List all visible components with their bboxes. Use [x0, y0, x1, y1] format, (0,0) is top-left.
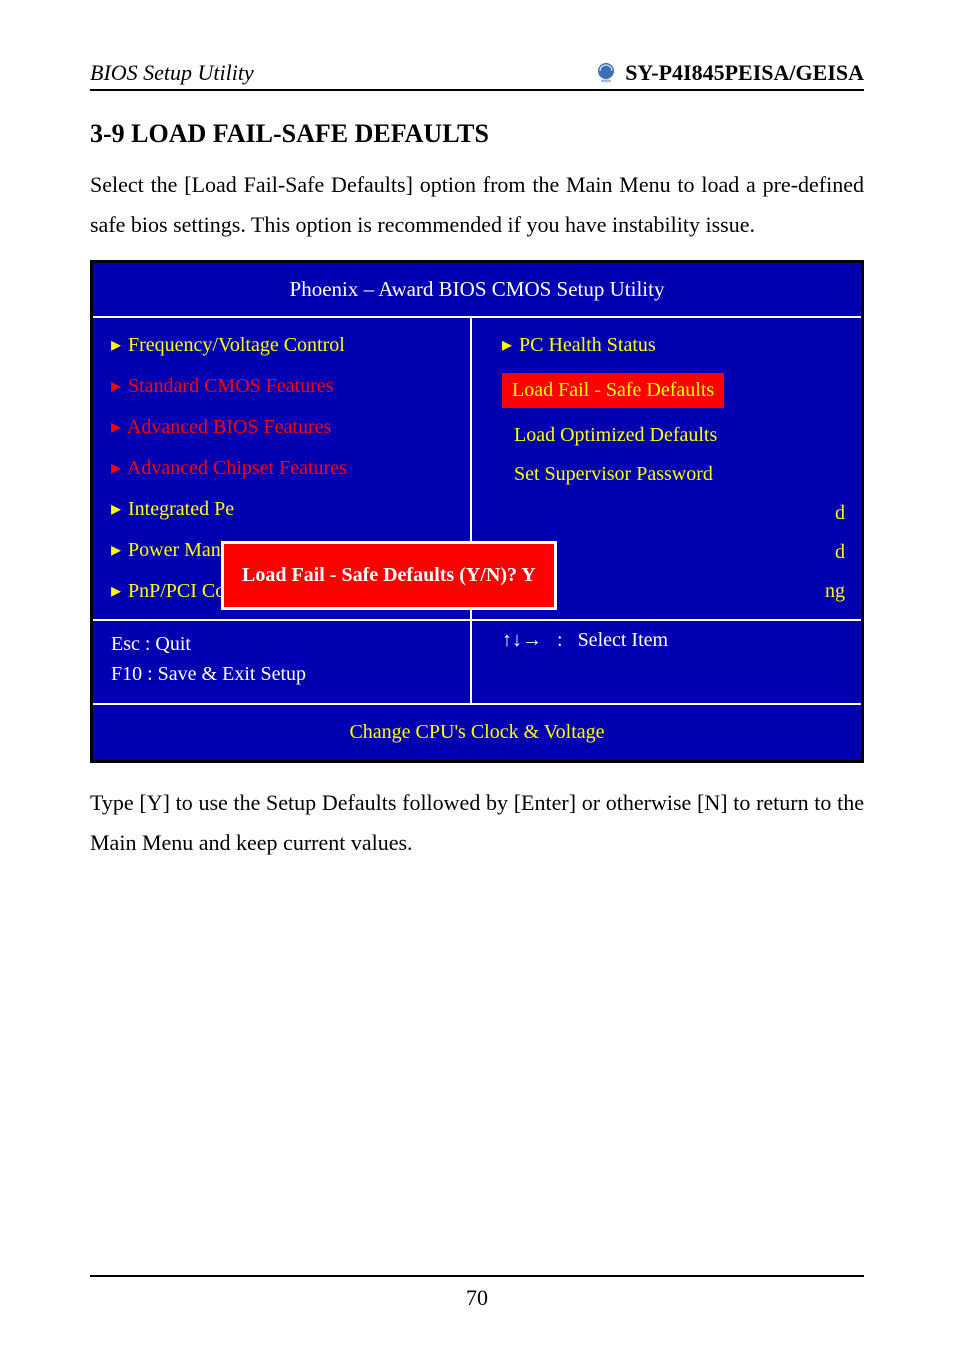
- bios-status-bar: Esc : Quit F10 : Save & Exit Setup ↑↓→ :…: [93, 621, 861, 703]
- arrow-keys-icon: ↑↓→: [502, 629, 542, 651]
- bios-menu-item[interactable]: ▸ Advanced Chipset Features: [93, 447, 470, 488]
- bios-keyhints-right: ↑↓→ : Select Item: [471, 621, 861, 703]
- triangle-right-icon: ▸: [111, 455, 123, 480]
- soyo-logo-icon: soyo: [593, 62, 619, 84]
- triangle-right-icon: ▸: [111, 373, 123, 398]
- bios-menu-item[interactable]: Set Supervisor Password: [484, 455, 861, 494]
- triangle-right-icon: ▸: [111, 332, 123, 357]
- bios-menu-item[interactable]: ▸ Advanced BIOS Features: [93, 406, 470, 447]
- outro-paragraph: Type [Y] to use the Setup Defaults follo…: [90, 783, 864, 862]
- confirm-dialog[interactable]: Load Fail - Safe Defaults (Y/N)? Y: [221, 541, 557, 610]
- bios-window-title: Phoenix – Award BIOS CMOS Setup Utility: [93, 263, 861, 316]
- triangle-right-icon: ▸: [111, 537, 123, 562]
- triangle-right-icon: ▸: [111, 578, 123, 603]
- bios-keyhints-left: Esc : Quit F10 : Save & Exit Setup: [93, 621, 471, 703]
- intro-paragraph: Select the [Load Fail-Safe Defaults] opt…: [90, 165, 864, 244]
- bios-setup-screenshot: Phoenix – Award BIOS CMOS Setup Utility …: [90, 260, 864, 763]
- svg-text:soyo: soyo: [601, 79, 611, 84]
- bios-menu-grid: ▸ Frequency/Voltage Control ▸ Standard C…: [93, 316, 861, 621]
- page-footer: 70: [0, 1275, 954, 1311]
- bios-menu-item[interactable]: ▸ Standard CMOS Features: [93, 365, 470, 406]
- bios-menu-item[interactable]: ▸ PC Health Status: [484, 324, 861, 365]
- page-header: BIOS Setup Utility soyo SY-P4I845PEISA/G…: [90, 60, 864, 91]
- section-title: 3-9 LOAD FAIL-SAFE DEFAULTS: [90, 119, 864, 149]
- bios-menu-item-selected[interactable]: Load Fail - Safe Defaults: [484, 365, 861, 416]
- triangle-right-icon: ▸: [111, 496, 123, 521]
- header-right-model: soyo SY-P4I845PEISA/GEISA: [593, 60, 864, 86]
- bios-menu-item[interactable]: Load Optimized Defaults: [484, 416, 861, 455]
- page-number: 70: [0, 1285, 954, 1311]
- header-left-title: BIOS Setup Utility: [90, 60, 254, 86]
- bios-help-text: Change CPU's Clock & Voltage: [93, 703, 861, 760]
- bios-menu-item[interactable]: ▸ Integrated Pe: [93, 488, 470, 529]
- footer-divider: [90, 1275, 864, 1277]
- bios-menu-item[interactable]: ▸ Frequency/Voltage Control: [93, 324, 470, 365]
- triangle-right-icon: ▸: [502, 332, 514, 357]
- triangle-right-icon: ▸: [111, 414, 123, 439]
- bios-menu-item-partial: d: [484, 494, 861, 533]
